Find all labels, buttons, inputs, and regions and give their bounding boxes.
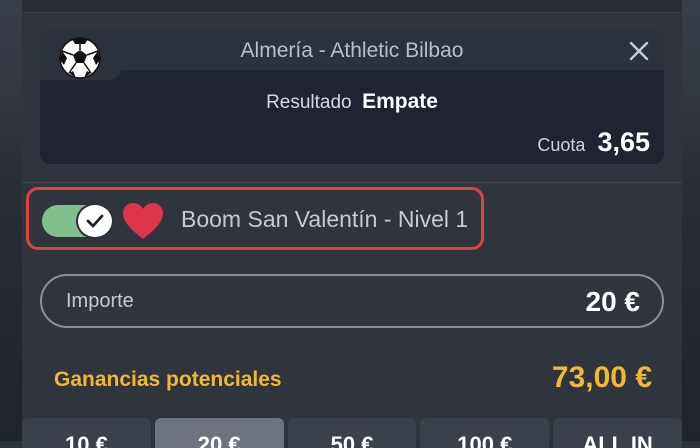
promo-boost-row: Boom San Valentín - Nivel 1 [26, 187, 484, 250]
stake-button-100[interactable]: 100 € [420, 418, 550, 448]
result-label: Resultado [266, 92, 352, 113]
promo-toggle[interactable] [42, 205, 112, 237]
close-icon [629, 41, 649, 61]
amount-value: 20 € [585, 286, 641, 317]
panel-top-strip [22, 0, 682, 13]
stake-button-all-in[interactable]: ALL IN [553, 418, 682, 448]
stake-button-20[interactable]: 20 € [154, 418, 284, 448]
odds-row: Cuota 3,65 [537, 127, 650, 158]
heart-icon [123, 203, 163, 239]
toggle-knob [78, 205, 112, 237]
stake-button-10[interactable]: 10 € [22, 418, 151, 448]
amount-label: Importe [66, 290, 134, 312]
promo-label: Boom San Valentín - Nivel 1 [181, 206, 469, 232]
result-row: Resultado Empate [40, 90, 664, 114]
section-divider [22, 182, 682, 183]
soccer-ball-icon [59, 37, 101, 79]
bet-card-header: Almería - Athletic Bilbao [40, 30, 664, 70]
stake-button-50[interactable]: 50 € [287, 418, 417, 448]
checkmark-icon [86, 214, 104, 228]
bet-selection-card: Almería - Athletic Bilbao Resultado Empa… [40, 30, 664, 164]
stake-amount-input[interactable]: Importe 20 € [40, 274, 664, 328]
quick-stake-buttons: 10 € 20 € 50 € 100 € ALL IN [22, 418, 682, 448]
potential-winnings-label: Ganancias potenciales [54, 368, 282, 391]
background-left [0, 0, 22, 441]
odds-value: 3,65 [597, 127, 650, 157]
odds-label: Cuota [537, 135, 586, 155]
remove-selection-button[interactable] [624, 36, 654, 66]
sport-tab [40, 30, 122, 80]
result-value: Empate [362, 90, 438, 113]
betslip-panel: Almería - Athletic Bilbao Resultado Empa… [22, 0, 682, 448]
background-right [682, 0, 700, 441]
potential-winnings-value: 73,00 € [551, 361, 652, 394]
match-title: Almería - Athletic Bilbao [240, 39, 464, 62]
